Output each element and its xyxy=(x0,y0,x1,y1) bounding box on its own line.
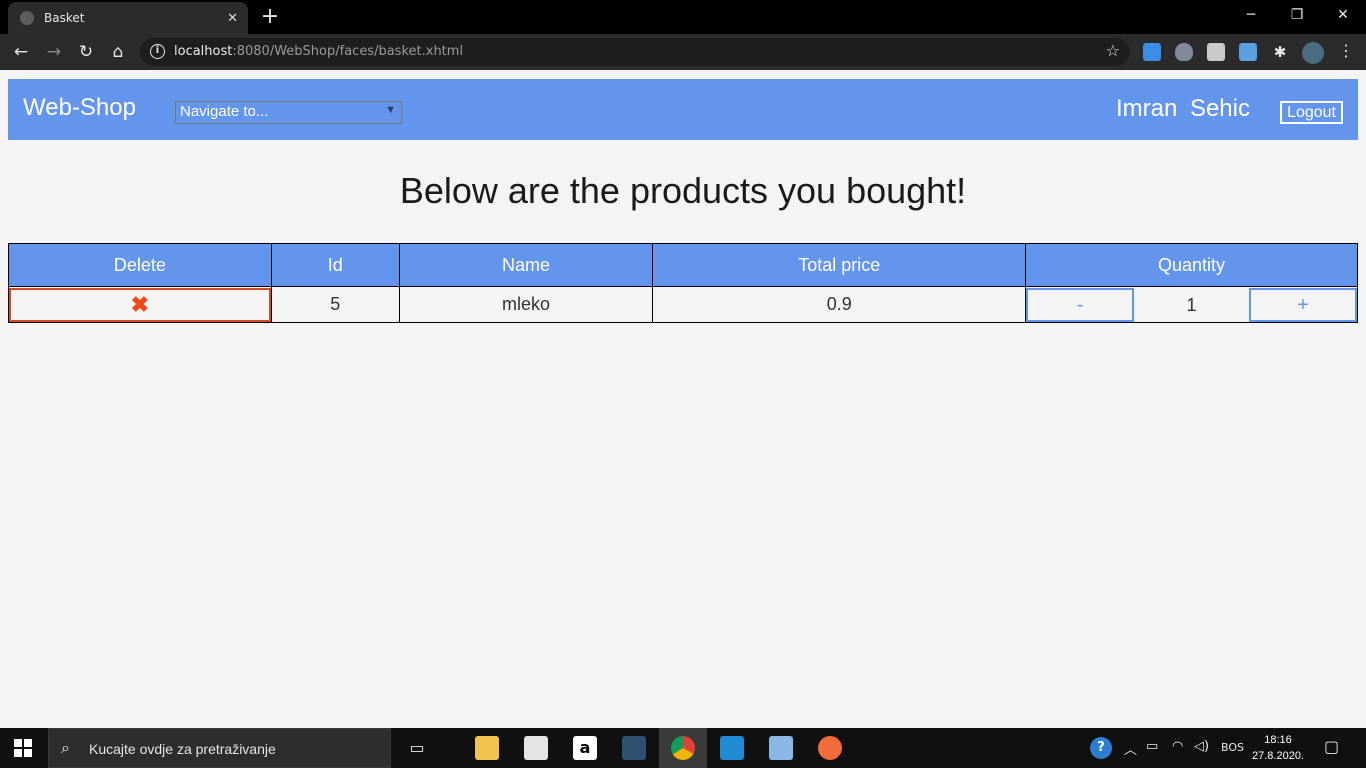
amazon-icon[interactable]: a xyxy=(573,736,597,760)
quantity-value: 1 xyxy=(1186,294,1197,315)
reload-icon[interactable]: ↻ xyxy=(75,41,97,63)
notifications-icon[interactable]: ▢ xyxy=(1324,737,1339,756)
column-header-quantity: Quantity xyxy=(1025,243,1358,287)
restore-icon[interactable]: ❐ xyxy=(1274,4,1320,26)
postman-icon[interactable] xyxy=(818,736,842,760)
puzzle-extensions-icon[interactable]: ✱ xyxy=(1271,43,1289,61)
increment-button[interactable]: + xyxy=(1249,287,1357,322)
url-text[interactable]: localhost:8080/WebShop/faces/basket.xhtm… xyxy=(174,44,463,59)
file-explorer-icon[interactable] xyxy=(475,736,499,760)
delete-button[interactable]: ✖ xyxy=(9,287,271,322)
address-bar[interactable]: i localhost:8080/WebShop/faces/basket.xh… xyxy=(140,38,1130,66)
quantity-cell: - 1 + xyxy=(1025,286,1358,323)
site-navbar: Web-Shop Navigate to... ▼ Imran Sehic Lo… xyxy=(8,79,1358,140)
id-cell: 5 xyxy=(270,286,400,323)
window-close-icon[interactable]: ✕ xyxy=(1320,4,1366,26)
profile-avatar[interactable] xyxy=(1302,42,1324,64)
browser-tabstrip: Basket ✕ + ─ ❐ ✕ xyxy=(0,0,1366,34)
wifi-icon[interactable]: ◠ xyxy=(1172,739,1183,754)
clock-time: 18:16 xyxy=(1264,734,1292,746)
page-title: Below are the products you bought! xyxy=(399,170,967,211)
language-indicator[interactable]: BOS xyxy=(1221,741,1244,754)
user-name: Imran Sehic xyxy=(1115,95,1250,122)
logout-button[interactable]: Logout xyxy=(1280,101,1343,124)
virtualbox-icon[interactable] xyxy=(769,736,793,760)
column-header-delete: Delete xyxy=(8,243,272,287)
site-brand[interactable]: Web-Shop xyxy=(23,94,136,122)
chrome-icon[interactable] xyxy=(671,736,695,760)
chevron-down-icon: ▼ xyxy=(385,104,396,116)
basket-table: Delete Id Name Total price Quantity ✖ 5 … xyxy=(8,243,1358,323)
windows-start-icon[interactable] xyxy=(14,739,32,757)
vscode-icon[interactable] xyxy=(720,736,744,760)
name-cell: mleko xyxy=(398,286,654,323)
store-icon[interactable] xyxy=(524,736,548,760)
home-icon[interactable]: ⌂ xyxy=(107,41,129,63)
delete-cell: ✖ xyxy=(8,286,272,323)
column-header-total-price: Total price xyxy=(652,243,1027,287)
new-tab-button[interactable]: + xyxy=(258,3,282,31)
screenshot-extension-icon[interactable] xyxy=(1207,43,1225,61)
web-page: Web-Shop Navigate to... ▼ Imran Sehic Lo… xyxy=(0,70,1366,728)
total-price-cell: 0.9 xyxy=(652,286,1027,323)
browser-tab[interactable]: Basket ✕ xyxy=(8,2,248,34)
download-extension-icon[interactable] xyxy=(1143,43,1161,61)
info-icon[interactable]: i xyxy=(150,44,165,59)
help-icon[interactable]: ? xyxy=(1090,737,1112,759)
column-header-id: Id xyxy=(270,243,400,287)
search-icon: ⌕ xyxy=(61,738,70,757)
tab-title: Basket xyxy=(44,11,85,25)
shield-extension-icon[interactable] xyxy=(1175,43,1193,61)
browser-menu-icon[interactable]: ⋮ xyxy=(1336,41,1356,60)
table-row: ✖ 5 mleko 0.9 - 1 + xyxy=(8,286,1358,323)
cube-extension-icon[interactable] xyxy=(1239,43,1257,61)
globe-icon xyxy=(20,11,34,25)
clock-date: 27.8.2020. xyxy=(1252,750,1304,762)
taskbar-search-placeholder: Kucajte ovdje za pretraživanje xyxy=(89,741,276,757)
navigate-select[interactable]: Navigate to... ▼ xyxy=(175,101,402,124)
forward-icon[interactable]: → xyxy=(43,41,65,63)
taskbar-clock[interactable]: 18:16 27.8.2020. xyxy=(1252,732,1304,764)
delete-x-icon: ✖ xyxy=(130,291,150,317)
windows-taskbar: ⌕ Kucajte ovdje za pretraživanje ▭ a ? ︿… xyxy=(0,728,1366,768)
table-header-row: Delete Id Name Total price Quantity xyxy=(8,243,1358,287)
chevron-up-icon[interactable]: ︿ xyxy=(1124,739,1137,758)
column-header-name: Name xyxy=(398,243,654,287)
decrement-button[interactable]: - xyxy=(1026,287,1135,322)
minimize-icon[interactable]: ─ xyxy=(1228,4,1274,26)
close-tab-icon[interactable]: ✕ xyxy=(227,11,238,26)
task-view-icon[interactable]: ▭ xyxy=(405,736,429,760)
quantity-stepper: - 1 + xyxy=(1026,287,1357,322)
volume-icon[interactable]: ◁) xyxy=(1194,739,1209,754)
mysql-workbench-icon[interactable] xyxy=(622,736,646,760)
browser-toolbar: ← → ↻ ⌂ i localhost:8080/WebShop/faces/b… xyxy=(0,34,1366,70)
battery-icon[interactable]: ▭ xyxy=(1146,739,1158,754)
back-icon[interactable]: ← xyxy=(10,41,32,63)
bookmark-star-icon[interactable]: ☆ xyxy=(1106,41,1120,60)
taskbar-search[interactable]: ⌕ Kucajte ovdje za pretraživanje xyxy=(48,728,391,768)
